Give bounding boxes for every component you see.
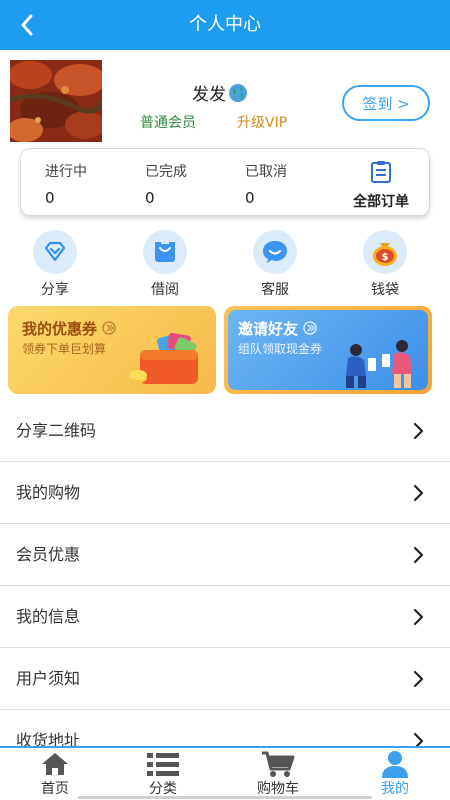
svg-text:$: $ [382,252,389,263]
upgrade-vip-link[interactable]: 升级VIP [237,112,287,132]
chevron-right-icon [413,484,424,502]
circle-arrow-icon [303,321,317,335]
tab-mine[interactable]: 我的 [355,750,435,798]
tab-cart[interactable]: 购物车 [238,750,318,798]
document-icon [371,161,391,183]
menu-item-label: 我的购物 [16,483,81,502]
friends-illustration [346,340,412,388]
invite-title: 邀请好友 [238,318,317,339]
menu-item-label: 分享二维码 [16,421,97,440]
circle-arrow-icon [102,321,116,335]
chevron-right-icon [413,546,424,564]
tools-row: 分享 借阅 客服 $ 钱袋 [0,230,450,302]
tool-label: 分享 [41,282,69,298]
chat-icon [263,241,287,263]
chevron-right-icon [413,422,424,440]
home-icon [42,753,68,775]
order-status-count: 0 [145,189,155,207]
top-bar: 个人中心 [0,0,450,50]
menu-item-my-shopping[interactable]: 我的购物 [0,462,450,524]
all-orders-label: 全部订单 [353,194,409,210]
menu-list: 分享二维码 我的购物 会员优惠 我的信息 用户须知 收货地址 [0,400,450,772]
tab-home[interactable]: 首页 [15,750,95,798]
avatar[interactable] [10,60,102,142]
tab-label: 购物车 [257,781,299,797]
menu-item-label: 用户须知 [16,669,81,688]
tool-borrow[interactable]: 借阅 [135,230,195,299]
tab-label: 首页 [41,781,69,797]
order-status-count: 0 [245,189,255,207]
order-status-cancelled[interactable]: 已取消 0 [245,161,287,207]
menu-item-label: 会员优惠 [16,545,81,564]
tool-customer-service[interactable]: 客服 [245,230,305,299]
menu-item-user-notice[interactable]: 用户须知 [0,648,450,710]
tool-label: 钱袋 [371,282,399,298]
tab-label: 我的 [381,781,409,797]
signin-button[interactable]: 签到 > [342,85,430,121]
tool-share[interactable]: 分享 [25,230,85,299]
all-orders-button[interactable]: 全部订单 [341,161,421,211]
menu-item-member-discount[interactable]: 会员优惠 [0,524,450,586]
coupon-subtitle: 领券下单巨划算 [22,342,107,356]
share-icon [44,241,66,262]
coupon-card[interactable]: 我的优惠券 领券下单巨划算 [8,306,216,394]
nickname-row: 发发 [140,80,300,105]
order-status-label: 进行中 [45,164,87,180]
order-status-in-progress[interactable]: 进行中 0 [45,161,87,207]
menu-item-my-info[interactable]: 我的信息 [0,586,450,648]
page-title: 个人中心 [189,14,261,35]
bag-icon [155,242,175,262]
invite-subtitle: 组队领取现金券 [238,342,323,356]
promo-section: 我的优惠券 领券下单巨划算 邀请好友 组队领取现金券 [0,302,450,400]
bottom-tab-bar: 首页 分类 购物车 我的 [0,746,450,800]
invite-card-body: 邀请好友 组队领取现金券 [228,310,428,390]
coupon-title: 我的优惠券 [22,318,116,339]
tool-wallet[interactable]: $ 钱袋 [355,230,415,299]
chevron-right-icon [413,670,424,688]
money-bag-icon: $ [373,243,397,266]
globe-icon [229,83,247,102]
member-level: 普通会员 [140,115,196,131]
user-icon [382,751,408,778]
order-status-completed[interactable]: 已完成 0 [145,161,187,207]
menu-item-label: 我的信息 [16,607,81,626]
nickname: 发发 [192,85,226,105]
home-indicator [78,796,372,799]
tab-category[interactable]: 分类 [123,750,203,798]
chevron-right-icon [413,608,424,626]
menu-item-share-qrcode[interactable]: 分享二维码 [0,400,450,462]
order-status-label: 已完成 [145,164,187,180]
wallet-illustration [129,332,198,384]
tool-label: 借阅 [151,282,179,298]
tool-label: 客服 [261,282,289,298]
invite-card[interactable]: 邀请好友 组队领取现金券 [224,306,432,394]
list-icon [147,753,179,776]
order-status-count: 0 [45,189,55,207]
cart-icon [262,751,295,777]
orders-card: 进行中 0 已完成 0 已取消 0 全部订单 [20,148,430,216]
order-status-label: 已取消 [245,164,287,180]
tab-label: 分类 [149,781,177,797]
